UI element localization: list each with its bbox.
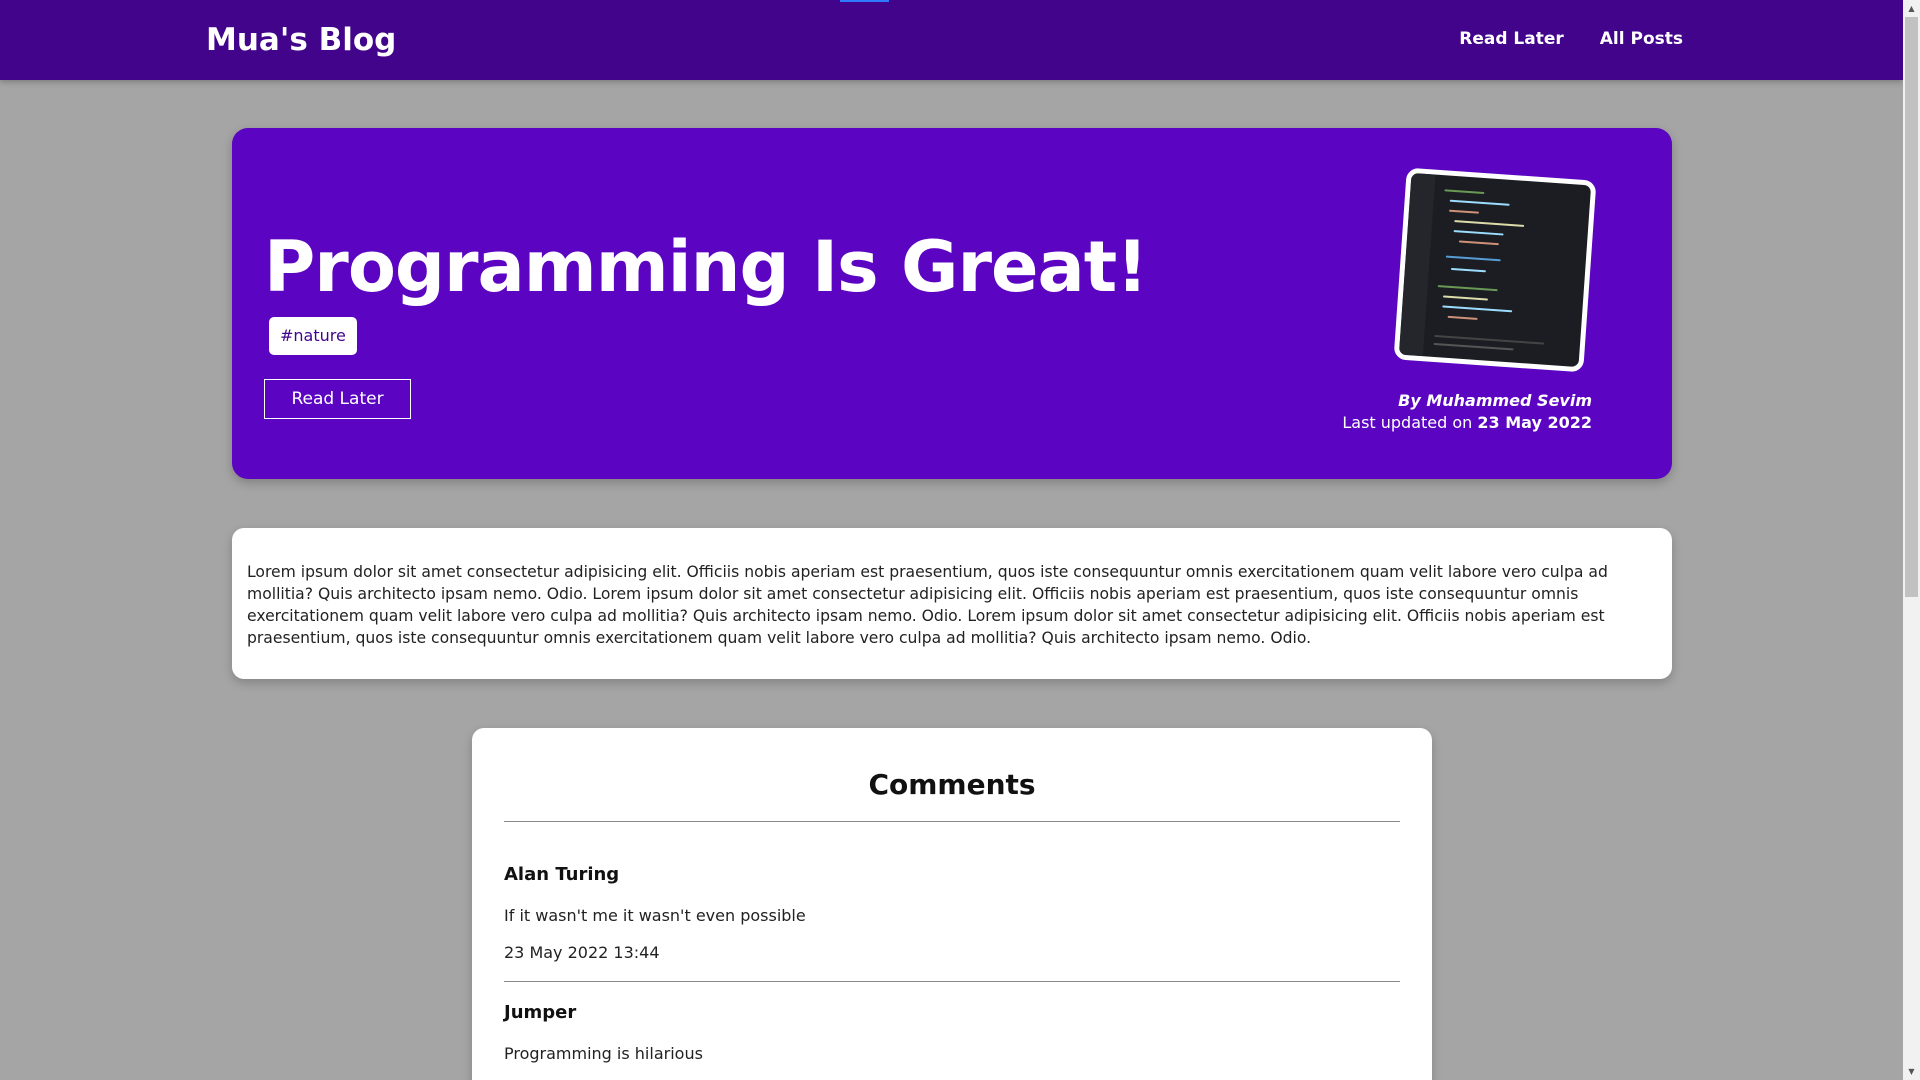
page-scrollbar[interactable]: ▲ ▼ [1903,0,1920,1080]
comment-text: Programming is hilarious [504,1044,703,1063]
scroll-down-arrow-icon[interactable]: ▼ [1903,1063,1920,1080]
post-tag[interactable]: #nature [269,317,357,355]
nav-all-posts[interactable]: All Posts [1600,29,1683,49]
comment-text: If it wasn't me it wasn't even possible [504,906,806,925]
post-title: Programming Is Great! [264,226,1148,308]
comments-section: Comments Alan Turing If it wasn't me it … [472,728,1432,1080]
editor-sidebar [1398,172,1436,357]
loading-indicator [840,0,889,2]
brand-logo[interactable]: Mua's Blog [206,22,396,58]
post-thumbnail [1393,167,1597,373]
updated-date: 23 May 2022 [1477,413,1592,432]
comment-item: Alan Turing If it wasn't me it wasn't ev… [504,822,1400,982]
post-updated: Last updated on 23 May 2022 [1342,412,1592,434]
updated-prefix: Last updated on [1342,413,1473,432]
post-byline: By Muhammed Sevim Last updated on 23 May… [1342,390,1592,434]
top-navbar: Mua's Blog Read Later All Posts [0,0,1903,80]
page: Mua's Blog Read Later All Posts Programm… [0,0,1920,1080]
post-body: Lorem ipsum dolor sit amet consectetur a… [247,563,1608,647]
nav-read-later[interactable]: Read Later [1459,29,1564,49]
post-body-card: Lorem ipsum dolor sit amet consectetur a… [232,528,1672,679]
comment-item: Jumper Programming is hilarious [504,982,1400,1063]
comment-author: Alan Turing [504,864,620,885]
main-nav: Read Later All Posts [1459,29,1683,49]
comment-date: 23 May 2022 13:44 [504,943,660,962]
post-hero: Programming Is Great! #nature Read Later… [232,128,1672,479]
comment-author: Jumper [504,1002,577,1023]
post-author: By Muhammed Sevim [1398,391,1592,410]
scrollbar-thumb[interactable] [1905,17,1918,597]
read-later-button[interactable]: Read Later [264,379,411,419]
comments-title: Comments [504,728,1400,822]
scroll-up-arrow-icon[interactable]: ▲ [1903,0,1920,17]
